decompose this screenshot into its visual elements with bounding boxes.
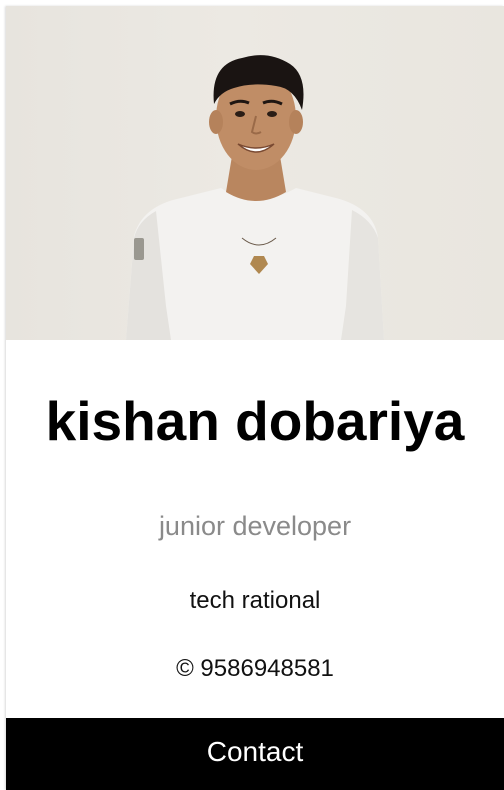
- profile-phone: © 9586948581: [176, 655, 334, 682]
- profile-name: kishan dobariya: [45, 390, 465, 452]
- profile-company: tech rational: [189, 587, 321, 614]
- profile-photo: [6, 6, 504, 340]
- person-illustration: [126, 55, 384, 340]
- profile-title: junior developer: [158, 511, 352, 541]
- contact-button[interactable]: Contact: [6, 718, 504, 790]
- profile-card: kishan dobariya junior developer tech ra…: [6, 6, 504, 790]
